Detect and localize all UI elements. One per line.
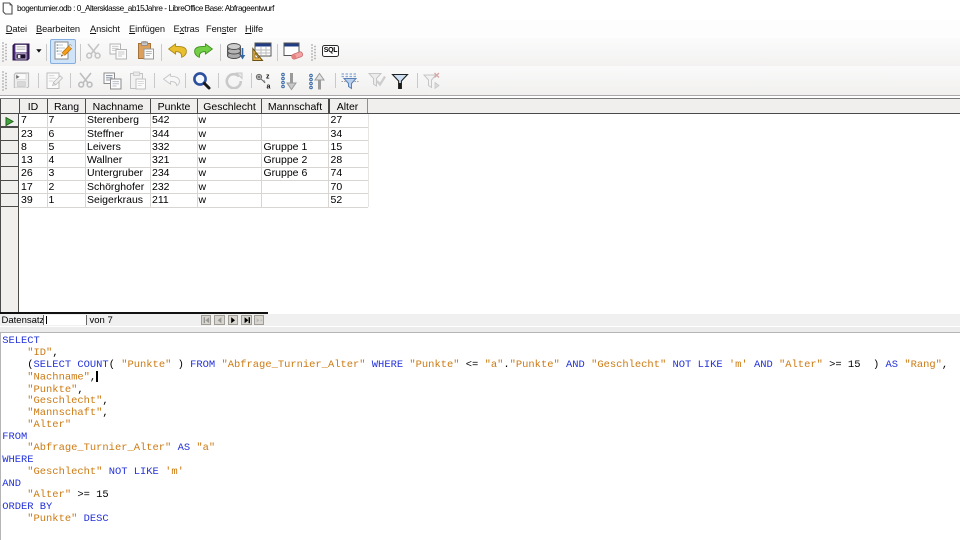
svg-text:z: z [266, 74, 270, 81]
svg-text:a: a [267, 84, 271, 91]
